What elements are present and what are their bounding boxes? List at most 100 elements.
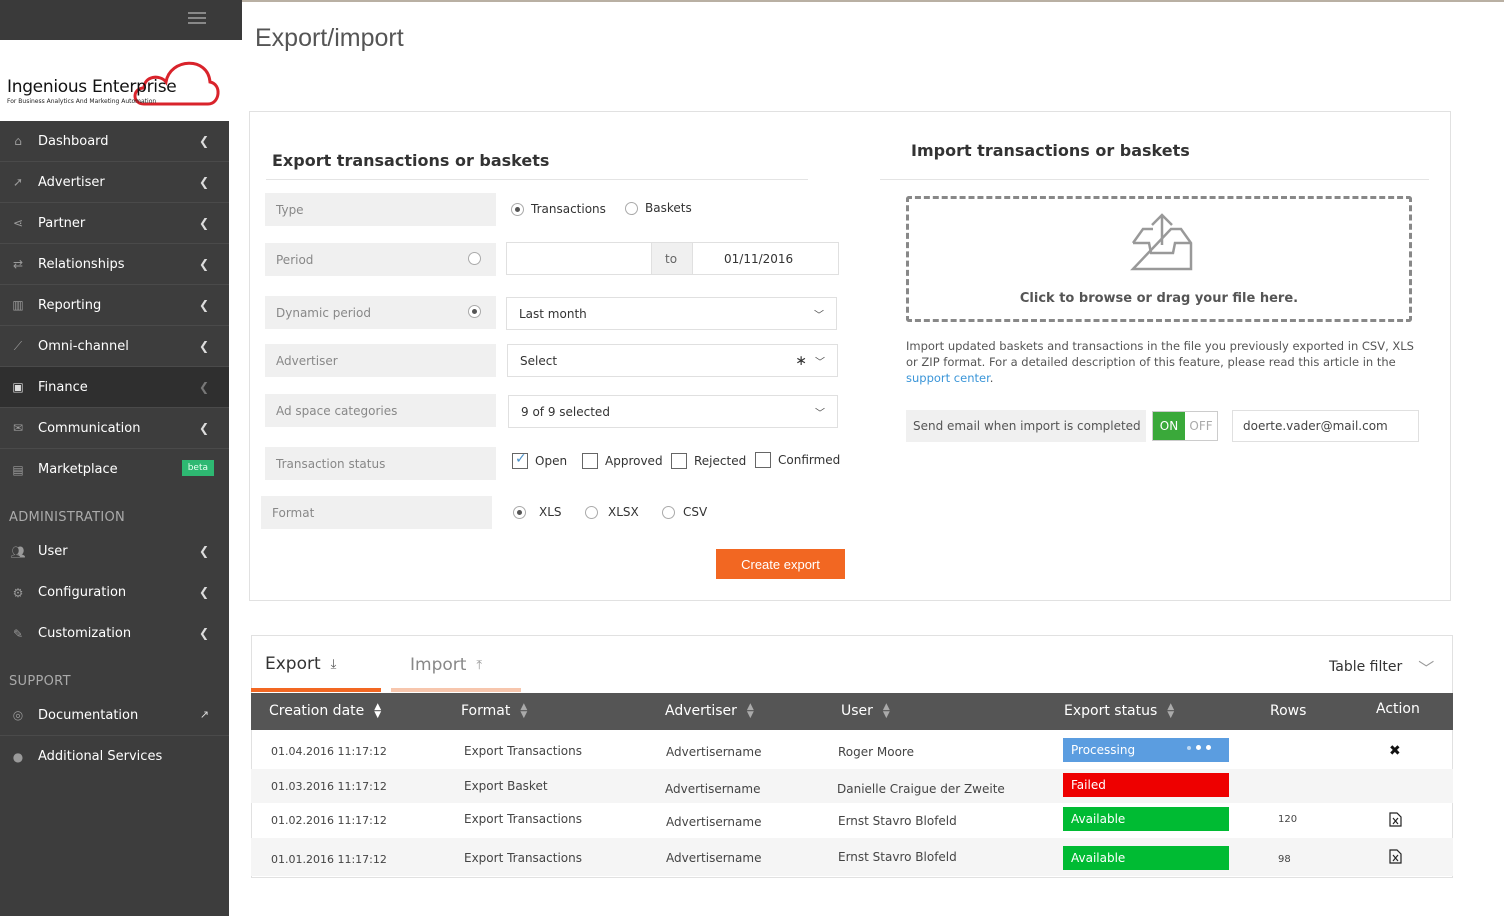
sort-icon: ▲ ▼: [520, 702, 528, 720]
dynamic-period-select[interactable]: Last month ﹀: [506, 297, 837, 330]
tab-import[interactable]: Import ⤒: [410, 655, 482, 675]
sidebar-item-configuration[interactable]: ⚙ Configuration ❮: [0, 572, 229, 613]
required-asterisk-icon: ∗: [795, 353, 807, 369]
checkbox-checked[interactable]: [512, 451, 528, 469]
type-option-baskets[interactable]: Baskets: [625, 201, 692, 215]
sidebar-item-advertiser[interactable]: ➚ Advertiser ❮: [0, 162, 229, 203]
radio-unselected[interactable]: [662, 505, 675, 519]
close-icon[interactable]: ✖: [1389, 743, 1401, 759]
format-option-csv[interactable]: CSV: [662, 505, 707, 519]
chevron-left-icon: ❮: [198, 626, 209, 640]
status-badge: Failed: [1063, 773, 1229, 797]
chevron-left-icon: ❮: [198, 298, 209, 312]
tab-export[interactable]: Export ⤓: [265, 654, 336, 674]
format-option-xlsx[interactable]: XLSX: [585, 505, 639, 519]
sidebar-item-user[interactable]: 👥︎ User ❮: [0, 531, 229, 572]
import-description-text: Import updated baskets and transactions …: [906, 339, 1414, 369]
sidebar-item-finance[interactable]: ▣ Finance ❮: [0, 367, 229, 408]
table-filter-toggle[interactable]: Table filter ﹀: [1329, 655, 1434, 679]
email-input[interactable]: doerte.vader@mail.com: [1232, 410, 1419, 442]
type-option-transactions[interactable]: Transactions: [511, 202, 606, 216]
sidebar-item-omni-channel[interactable]: ⟋ Omni-channel ❮: [0, 326, 229, 367]
logo-text: Ingenious Enterprise: [7, 77, 177, 97]
cell-user: Danielle Craigue der Zweite: [837, 782, 1005, 796]
cell-rows: 98: [1278, 854, 1291, 865]
cell-date: 01.04.2016 11:17:12: [271, 745, 387, 758]
sidebar-item-relationships[interactable]: ⇄ Relationships ❮: [0, 244, 229, 285]
import-divider: [880, 179, 1429, 180]
file-dropzone[interactable]: Click to browse or drag your file here.: [906, 196, 1412, 322]
excel-file-icon[interactable]: [1389, 812, 1402, 830]
export-divider: [266, 179, 808, 180]
radio-unselected[interactable]: [625, 201, 638, 215]
radio-selected[interactable]: [511, 202, 524, 216]
chevron-left-icon: ❮: [198, 544, 209, 558]
advertiser-label: Advertiser: [265, 344, 496, 377]
sidebar-item-marketplace[interactable]: ▤ Marketplace beta: [0, 449, 229, 490]
format-option-xls[interactable]: XLS: [513, 505, 562, 519]
cell-rows: 120: [1278, 814, 1298, 825]
sidebar-item-communication[interactable]: ✉ Communication ❮: [0, 408, 229, 449]
radio-selected[interactable]: [513, 505, 526, 519]
cell-user: Ernst Stavro Blofeld: [838, 814, 957, 828]
period-radio[interactable]: [468, 252, 481, 265]
cell-advertiser: Advertisername: [665, 782, 761, 796]
excel-file-icon[interactable]: [1389, 849, 1402, 867]
logo-tagline: For Business Analytics And Marketing Aut…: [7, 98, 157, 105]
sidebar-top-bar: [0, 0, 242, 40]
sidebar-item-partner[interactable]: ⋖ Partner ❮: [0, 203, 229, 244]
create-export-button[interactable]: Create export: [716, 549, 845, 579]
period-start-input[interactable]: [506, 242, 652, 275]
status-rejected-checkbox[interactable]: Rejected: [671, 453, 746, 469]
rocket-icon: ➚: [12, 175, 24, 189]
col-label: User: [841, 703, 873, 719]
checkbox-unchecked[interactable]: [582, 453, 598, 469]
period-end-input[interactable]: 01/11/2016: [692, 242, 839, 275]
advertiser-select[interactable]: Select ∗ ﹀: [507, 344, 838, 377]
status-confirmed-checkbox[interactable]: Confirmed: [755, 452, 840, 468]
chevron-left-icon: ❮: [198, 421, 209, 435]
status-approved-checkbox[interactable]: Approved: [582, 453, 663, 469]
sidebar-item-reporting[interactable]: ▥ Reporting ❮: [0, 285, 229, 326]
status-badge: Available: [1063, 807, 1229, 831]
cell-user: Ernst Stavro Blofeld: [838, 850, 957, 864]
chevron-left-icon: ❮: [198, 339, 209, 353]
support-center-link[interactable]: support center: [906, 371, 990, 385]
sidebar-item-additional-services[interactable]: ● Additional Services: [0, 736, 229, 777]
logo[interactable]: Ingenious Enterprise For Business Analyt…: [0, 40, 229, 121]
tab-export-indicator: [251, 688, 381, 692]
ad-space-select[interactable]: 9 of 9 selected ﹀: [508, 395, 838, 428]
cell-format: Export Transactions: [464, 812, 582, 826]
dynamic-period-radio[interactable]: [468, 305, 481, 318]
checkbox-unchecked[interactable]: [755, 452, 771, 468]
chevron-left-icon: ❮: [198, 134, 209, 148]
col-format[interactable]: Format ▲ ▼: [461, 702, 528, 720]
col-creation-date[interactable]: Creation date ▲ ▼: [269, 702, 382, 720]
radio-unselected[interactable]: [585, 505, 598, 519]
table-row: 01.04.2016 11:17:12 Export Transactions …: [251, 734, 1453, 768]
col-export-status[interactable]: Export status ▲ ▼: [1064, 703, 1174, 720]
col-label: Format: [461, 703, 511, 719]
sidebar-item-documentation[interactable]: ◎ Documentation ↗: [0, 695, 229, 736]
cell-date: 01.02.2016 11:17:12: [271, 814, 387, 827]
chevron-down-icon: ﹀: [814, 310, 824, 321]
period-label: Period: [265, 243, 496, 276]
table-row: 01.03.2016 11:17:12 Export Basket Advert…: [251, 769, 1453, 803]
sidebar-item-customization[interactable]: ✎ Customization ❮: [0, 613, 229, 654]
email-notify-label: Send email when import is completed: [906, 410, 1146, 442]
cell-user: Roger Moore: [838, 745, 914, 759]
col-label: Rows: [1270, 703, 1307, 719]
checkbox-unchecked[interactable]: [671, 453, 687, 469]
sort-icon: ▲ ▼: [374, 702, 382, 720]
status-option-label: Confirmed: [778, 453, 841, 467]
status-badge: Available: [1063, 846, 1229, 870]
col-user[interactable]: User ▲ ▼: [841, 703, 890, 720]
status-open-checkbox[interactable]: Open: [512, 451, 567, 469]
sidebar-item-dashboard[interactable]: ⌂ Dashboard ❮: [0, 121, 229, 162]
col-advertiser[interactable]: Advertiser ▲ ▼: [665, 703, 754, 720]
beta-badge: beta: [181, 460, 214, 476]
dynamic-period-label: Dynamic period: [265, 296, 496, 329]
menu-toggle-icon[interactable]: [188, 12, 206, 26]
col-label: Advertiser: [665, 703, 737, 719]
email-notify-toggle[interactable]: ON OFF: [1152, 411, 1218, 441]
